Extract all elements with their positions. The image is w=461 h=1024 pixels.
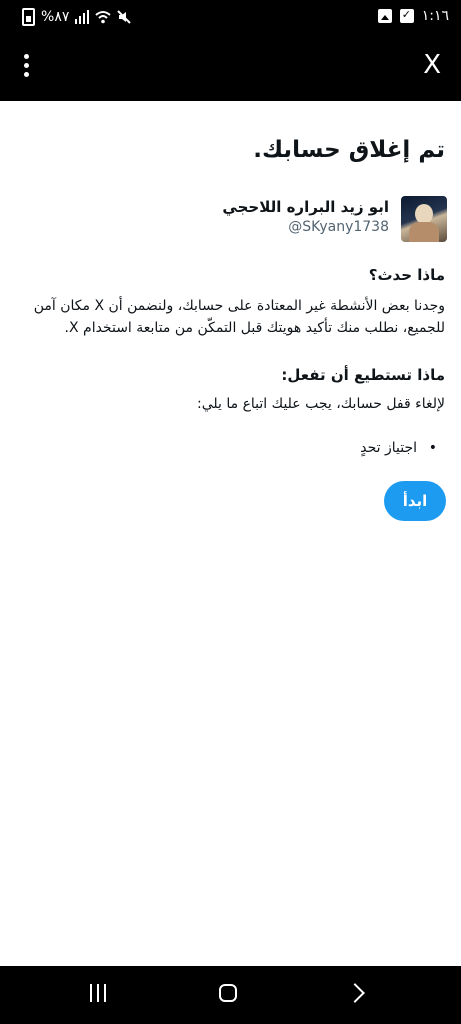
status-bar: %٨٧ ١:١٦ [0, 0, 461, 36]
avatar [401, 196, 447, 242]
status-left: %٨٧ [22, 8, 132, 26]
what-happened-text: وجدنا بعض الأنشطة غير المعتادة على حسابك… [33, 298, 445, 336]
what-happened-heading: ماذا حدث؟ [368, 266, 445, 284]
home-icon[interactable] [219, 984, 237, 1002]
list-item: اجتياز تحدٍ [360, 440, 436, 456]
mute-icon [117, 10, 132, 24]
what-can-you-do-heading: ماذا تستطيع أن تفعل: [281, 366, 445, 384]
page-title: تم إغلاق حسابك. [253, 137, 445, 163]
gallery-notification-icon [377, 9, 392, 23]
battery-percentage: %٨٧ [41, 9, 70, 25]
status-right: ١:١٦ [377, 8, 449, 24]
user-display-name: ابو زيد البراره اللاحجي [222, 198, 389, 216]
more-options-icon[interactable] [20, 54, 32, 82]
navigation-bar [0, 966, 461, 1024]
wifi-icon [95, 11, 112, 24]
close-button[interactable]: X [423, 50, 441, 80]
app-bar: X [0, 36, 461, 101]
user-handle: @SKyany1738 [288, 219, 389, 235]
what-can-you-do-text: لإلغاء قفل حسابك، يجب عليك اتباع ما يلي: [196, 396, 445, 412]
main-content: تم إغلاق حسابك. ابو زيد البراره اللاحجي … [0, 101, 461, 966]
back-icon[interactable] [345, 983, 365, 1003]
check-notification-icon [399, 8, 414, 23]
signal-icon [75, 10, 90, 24]
clock: ١:١٦ [421, 8, 449, 24]
start-button[interactable]: ابدأ [384, 481, 446, 521]
battery-icon [22, 8, 35, 26]
recent-apps-icon[interactable] [90, 984, 106, 1002]
